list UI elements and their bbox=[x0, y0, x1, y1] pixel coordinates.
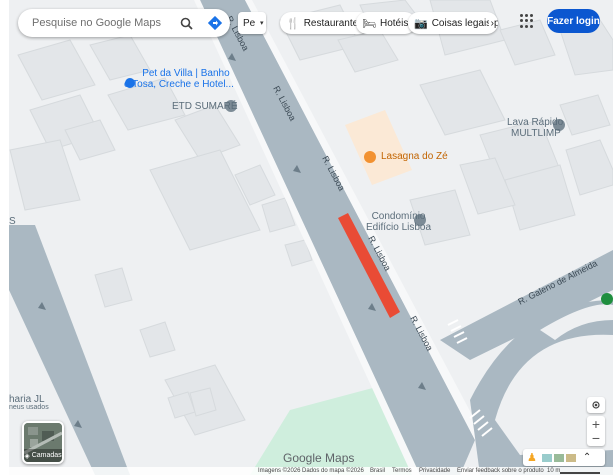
chevron-right-icon[interactable]: › bbox=[488, 17, 494, 29]
restaurant-icon bbox=[364, 151, 376, 163]
pegman-icon[interactable]: ♟ bbox=[527, 451, 537, 464]
directions-icon[interactable] bbox=[207, 15, 223, 31]
travel-mode-label: Pe bbox=[243, 17, 256, 29]
edge-label-s: S bbox=[9, 216, 16, 227]
poi-pet-name: Pet da Villa | Banho bbox=[142, 68, 230, 79]
search-input[interactable] bbox=[32, 15, 172, 31]
bed-icon: 🛏 bbox=[362, 17, 376, 30]
layers-icon: ◈ bbox=[24, 452, 30, 460]
footer-country[interactable]: Brasil bbox=[370, 467, 385, 475]
fork-knife-icon: 🍴 bbox=[286, 17, 300, 30]
chip-hotels-label: Hotéis bbox=[379, 17, 409, 29]
layers-label: Camadas bbox=[31, 452, 62, 459]
search-box[interactable] bbox=[18, 9, 230, 37]
scale-label[interactable]: 10 m bbox=[547, 467, 560, 475]
poi-etd-sumare[interactable]: ETD SUMARÉ bbox=[172, 101, 238, 112]
login-button[interactable]: Fazer login bbox=[547, 9, 600, 33]
imagery-thumb-3[interactable] bbox=[565, 453, 576, 462]
green-poi-icon bbox=[601, 293, 613, 305]
poi-lasagna-name: Lasagna do Zé bbox=[381, 151, 448, 162]
expand-icon[interactable]: ⌃ bbox=[583, 452, 591, 463]
zoom-out-icon[interactable]: − bbox=[592, 431, 600, 445]
left-edge-band bbox=[0, 0, 9, 475]
google-maps-logo: Google Maps bbox=[283, 451, 355, 465]
footer-privacy[interactable]: Privacidade bbox=[419, 467, 450, 475]
poi-condominio[interactable]: Condomínio Edifício Lisboa bbox=[366, 211, 431, 233]
poi-lava-name: Lava Rápido bbox=[507, 117, 564, 128]
imagery-thumb-2[interactable] bbox=[553, 453, 564, 462]
poi-condominio-line2: Edifício Lisboa bbox=[366, 222, 432, 233]
zoom-in-icon[interactable]: + bbox=[592, 417, 600, 431]
chip-restaurants-label: Restaurantes bbox=[303, 17, 364, 29]
apps-grid-icon[interactable] bbox=[520, 14, 534, 28]
layers-label-wrap: ◈ Camadas bbox=[24, 449, 62, 462]
footer-imagery: Imagens ©2026 bbox=[258, 468, 301, 474]
chip-things[interactable]: 📷 Coisas legais p › bbox=[408, 12, 498, 34]
my-location-icon[interactable] bbox=[587, 397, 605, 413]
chevron-down-icon: ▾ bbox=[260, 20, 264, 27]
camera-icon: 📷 bbox=[414, 17, 428, 30]
imagery-thumb-1[interactable] bbox=[541, 453, 552, 462]
poi-lava-line2: MULTLIMP bbox=[511, 128, 561, 139]
scale-bar bbox=[560, 472, 600, 474]
poi-lasagna[interactable]: Lasagna do Zé bbox=[381, 151, 448, 162]
zoom-control: + − bbox=[587, 416, 605, 446]
poi-pet-line2: e Tosa, Creche e Hotel... bbox=[124, 79, 234, 90]
footer-terms[interactable]: Termos bbox=[392, 467, 412, 475]
footer-map-data: Dados do mapa ©2026 bbox=[302, 468, 364, 474]
map-svg[interactable]: R. Lisboa R. Lisboa R. Lisboa R. Lisboa … bbox=[0, 0, 613, 475]
poi-etd-name: ETD SUMARÉ bbox=[172, 101, 238, 112]
poi-pet-da-villa[interactable]: Pet da Villa | Banho e Tosa, Creche e Ho… bbox=[124, 68, 234, 90]
travel-mode-chip[interactable]: Pe ▾ bbox=[238, 12, 266, 34]
poi-condominio-name: Condomínio bbox=[371, 211, 426, 222]
search-icon[interactable] bbox=[178, 15, 194, 31]
layers-button[interactable]: ◈ Camadas bbox=[22, 421, 64, 464]
map-canvas[interactable]: R. Lisboa R. Lisboa R. Lisboa R. Lisboa … bbox=[0, 0, 613, 475]
footer-feedback[interactable]: Enviar feedback sobre o produto bbox=[457, 467, 544, 475]
edge-label-usados: neus usados bbox=[9, 404, 49, 411]
poi-lava-rapido[interactable]: Lava Rápido MULTLIMP bbox=[507, 117, 563, 139]
footer-bar: Imagens ©2026 Dados do mapa ©2026 Brasil… bbox=[0, 467, 613, 475]
bottom-toolbar: ♟ ⌃ bbox=[523, 449, 605, 466]
